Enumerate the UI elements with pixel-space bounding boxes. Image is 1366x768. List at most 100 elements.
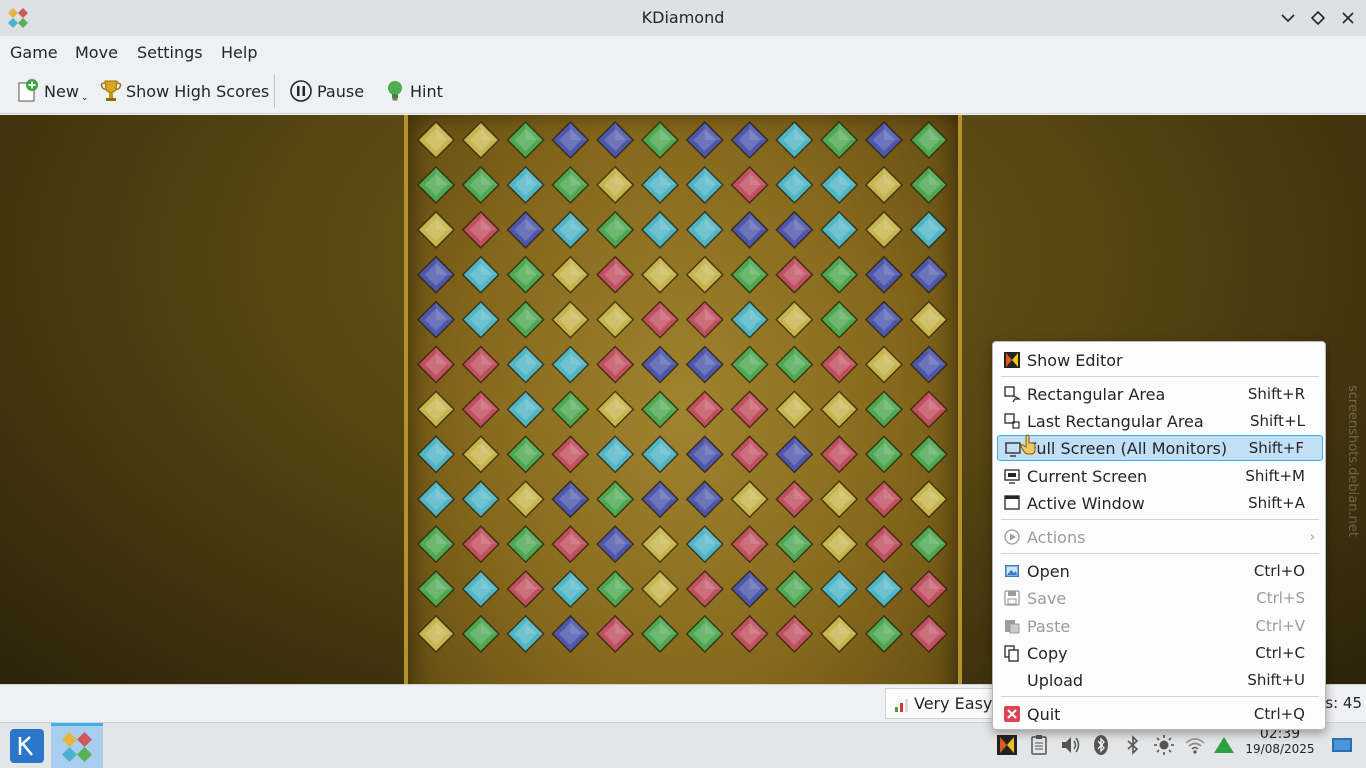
diamond-gem-blue[interactable]	[909, 345, 948, 384]
diamond-gem-cyan[interactable]	[640, 165, 680, 204]
diamond-gem-cyan[interactable]	[416, 480, 456, 519]
menu-item-active-window[interactable]: Active Window Shift+A	[997, 490, 1323, 516]
new-game-button[interactable]: New ⌄	[16, 76, 88, 106]
diamond-gem-cyan[interactable]	[730, 300, 769, 339]
spectacle-tray-icon[interactable]	[996, 734, 1018, 756]
diamond-gem-green[interactable]	[775, 345, 814, 384]
diamond-gem-red[interactable]	[820, 435, 859, 474]
diamond-gem-green[interactable]	[730, 255, 769, 294]
diamond-gem-green[interactable]	[640, 614, 680, 653]
menu-game[interactable]: Game	[10, 43, 58, 62]
diamond-gem-green[interactable]	[596, 569, 635, 609]
diamond-gem-yellow[interactable]	[640, 569, 680, 609]
menu-item-actions[interactable]: Actions ›	[997, 524, 1323, 550]
diamond-gem-red[interactable]	[461, 390, 500, 429]
diamond-gem-yellow[interactable]	[416, 390, 456, 429]
diamond-gem-cyan[interactable]	[685, 210, 724, 249]
diamond-gem-yellow[interactable]	[909, 300, 948, 339]
diamond-gem-blue[interactable]	[685, 480, 724, 519]
diamond-gem-blue[interactable]	[775, 435, 814, 474]
diamond-gem-red[interactable]	[909, 614, 948, 653]
diamond-gem-cyan[interactable]	[506, 345, 545, 384]
diamond-gem-blue[interactable]	[551, 614, 590, 653]
diamond-gem-cyan[interactable]	[461, 569, 500, 609]
diamond-gem-blue[interactable]	[596, 120, 635, 160]
diamond-gem-red[interactable]	[596, 255, 635, 294]
diamond-gem-yellow[interactable]	[416, 614, 456, 653]
diamond-gem-red[interactable]	[820, 345, 859, 384]
diamond-gem-yellow[interactable]	[864, 345, 904, 384]
diamond-gem-green[interactable]	[551, 390, 590, 429]
diamond-gem-yellow[interactable]	[506, 480, 545, 519]
diamond-gem-green[interactable]	[775, 569, 814, 609]
diamond-gem-blue[interactable]	[551, 480, 590, 519]
diamond-gem-blue[interactable]	[730, 569, 769, 609]
diamond-gem-green[interactable]	[551, 165, 590, 204]
diamond-gem-blue[interactable]	[551, 120, 590, 160]
close-icon[interactable]	[1338, 8, 1358, 28]
menu-item-show-editor[interactable]: Show Editor	[997, 347, 1323, 373]
diamond-gem-green[interactable]	[864, 390, 904, 429]
diamond-gem-cyan[interactable]	[820, 165, 859, 204]
diamond-gem-red[interactable]	[730, 525, 769, 564]
clipboard-icon[interactable]	[1028, 734, 1050, 756]
diamond-gem-blue[interactable]	[864, 120, 904, 160]
diamond-gem-cyan[interactable]	[640, 435, 680, 474]
diamond-gem-green[interactable]	[506, 525, 545, 564]
diamond-gem-red[interactable]	[461, 210, 500, 249]
diamond-gem-cyan[interactable]	[820, 569, 859, 609]
diamond-gem-cyan[interactable]	[506, 165, 545, 204]
diamond-gem-blue[interactable]	[775, 210, 814, 249]
diamond-grid[interactable]	[408, 115, 958, 684]
diamond-gem-green[interactable]	[820, 255, 859, 294]
diamond-gem-yellow[interactable]	[596, 165, 635, 204]
difficulty-selector[interactable]: Very Easy	[885, 688, 1002, 719]
diamond-gem-yellow[interactable]	[551, 300, 590, 339]
diamond-gem-green[interactable]	[864, 614, 904, 653]
menu-item-copy[interactable]: Copy Ctrl+C	[997, 640, 1323, 666]
diamond-gem-yellow[interactable]	[685, 255, 724, 294]
diamond-gem-red[interactable]	[596, 614, 635, 653]
diamond-gem-green[interactable]	[909, 165, 948, 204]
diamond-gem-yellow[interactable]	[775, 390, 814, 429]
diamond-gem-green[interactable]	[506, 120, 545, 160]
diamond-gem-blue[interactable]	[416, 255, 456, 294]
diamond-gem-red[interactable]	[909, 390, 948, 429]
diamond-gem-green[interactable]	[416, 525, 456, 564]
diamond-gem-cyan[interactable]	[506, 390, 545, 429]
diamond-gem-green[interactable]	[909, 525, 948, 564]
diamond-gem-green[interactable]	[506, 300, 545, 339]
diamond-gem-blue[interactable]	[640, 480, 680, 519]
diamond-gem-blue[interactable]	[640, 345, 680, 384]
taskbar-kdiamond[interactable]	[51, 723, 103, 768]
menu-item-rectangular-area[interactable]: Rectangular Area Shift+R	[997, 381, 1323, 407]
diamond-gem-blue[interactable]	[416, 300, 456, 339]
diamond-gem-cyan[interactable]	[640, 210, 680, 249]
diamond-gem-cyan[interactable]	[864, 569, 904, 609]
diamond-gem-yellow[interactable]	[864, 165, 904, 204]
diamond-gem-blue[interactable]	[685, 120, 724, 160]
diamond-gem-red[interactable]	[640, 300, 680, 339]
diamond-gem-cyan[interactable]	[551, 345, 590, 384]
diamond-gem-blue[interactable]	[506, 210, 545, 249]
diamond-gem-cyan[interactable]	[416, 435, 456, 474]
diamond-gem-yellow[interactable]	[596, 390, 635, 429]
menu-item-upload[interactable]: Upload Shift+U	[997, 667, 1323, 693]
diamond-gem-red[interactable]	[685, 300, 724, 339]
diamond-gem-red[interactable]	[506, 569, 545, 609]
diamond-gem-yellow[interactable]	[820, 480, 859, 519]
diamond-gem-yellow[interactable]	[461, 435, 500, 474]
diamond-gem-green[interactable]	[506, 255, 545, 294]
diamond-gem-blue[interactable]	[685, 345, 724, 384]
diamond-gem-blue[interactable]	[864, 255, 904, 294]
diamond-gem-red[interactable]	[685, 569, 724, 609]
diamond-gem-red[interactable]	[551, 525, 590, 564]
diamond-gem-yellow[interactable]	[416, 210, 456, 249]
bluetooth-device-icon[interactable]	[1090, 734, 1112, 756]
diamond-gem-cyan[interactable]	[461, 300, 500, 339]
diamond-gem-yellow[interactable]	[730, 480, 769, 519]
diamond-gem-cyan[interactable]	[551, 210, 590, 249]
diamond-gem-yellow[interactable]	[820, 390, 859, 429]
menu-item-current-screen[interactable]: Current Screen Shift+M	[997, 463, 1323, 489]
menu-help[interactable]: Help	[221, 43, 257, 62]
